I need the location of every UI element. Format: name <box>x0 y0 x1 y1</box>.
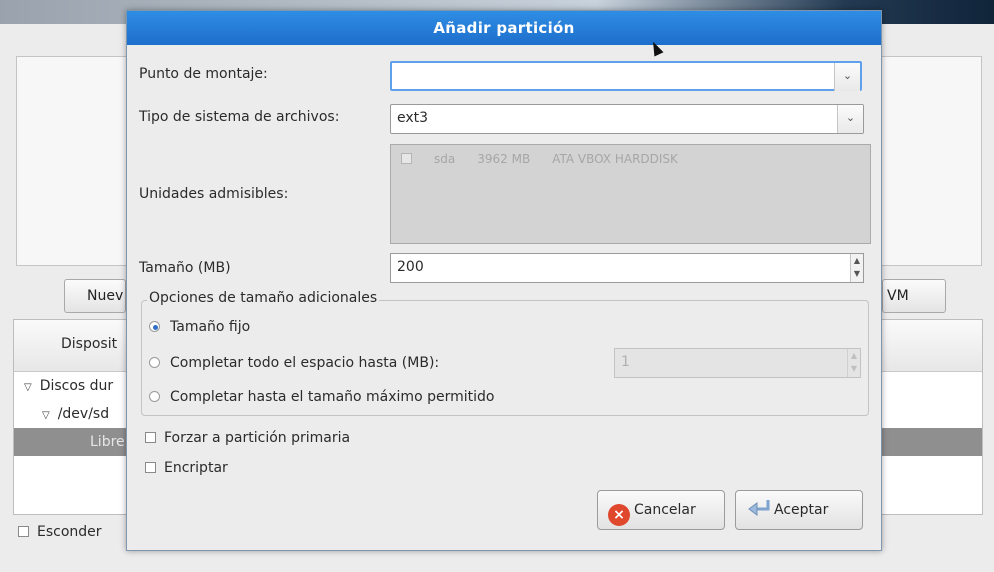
fs-type-select[interactable]: ext3 ⌄ <box>390 104 864 134</box>
size-label: Tamaño (MB) <box>139 260 231 276</box>
force-primary-checkbox[interactable]: Forzar a partición primaria <box>145 430 350 446</box>
spin-arrows-icon: ▲ ▼ <box>847 349 860 377</box>
fill-max-radio[interactable]: Completar hasta el tamaño máximo permiti… <box>149 389 494 405</box>
expander-icon[interactable]: ▽ <box>42 410 50 421</box>
lvm-button[interactable]: VM <box>882 279 946 313</box>
add-partition-dialog: Añadir partición Punto de montaje: ⌄ Tip… <box>126 10 882 551</box>
fs-type-label: Tipo de sistema de archivos: <box>139 109 340 125</box>
radio-selected-icon[interactable] <box>149 321 160 332</box>
cancel-button[interactable]: × Cancelar <box>597 490 725 530</box>
checkbox-icon[interactable] <box>145 462 156 473</box>
hide-raid-checkbox[interactable]: Esconder <box>18 524 102 540</box>
checkbox-icon[interactable] <box>401 153 412 164</box>
radio-icon[interactable] <box>149 391 160 402</box>
mount-point-label: Punto de montaje: <box>139 66 268 82</box>
fill-up-to-radio[interactable]: Completar todo el espacio hasta (MB): <box>149 355 439 371</box>
allowable-drives-label: Unidades admisibles: <box>139 186 289 202</box>
checkbox-icon[interactable] <box>145 432 156 443</box>
new-button[interactable]: Nuev <box>64 279 126 313</box>
fixed-size-radio[interactable]: Tamaño fijo <box>149 319 250 335</box>
mount-point-combo[interactable]: ⌄ <box>390 61 862 91</box>
encrypt-checkbox[interactable]: Encriptar <box>145 460 228 476</box>
drive-row[interactable]: sda 3962 MB ATA VBOX HARDDISK <box>401 152 700 166</box>
size-options-title: Opciones de tamaño adicionales <box>147 290 380 306</box>
radio-icon[interactable] <box>149 357 160 368</box>
spin-arrows-icon[interactable]: ▲ ▼ <box>850 254 863 282</box>
allowable-drives-list[interactable]: sda 3962 MB ATA VBOX HARDDISK <box>390 144 871 244</box>
cancel-icon: × <box>608 504 630 526</box>
enter-arrow-icon <box>748 500 770 516</box>
accept-button[interactable]: Aceptar <box>735 490 863 530</box>
fill-up-to-spinbutton[interactable]: 1 ▲ ▼ <box>614 348 861 378</box>
checkbox-icon[interactable] <box>18 526 29 537</box>
chevron-down-icon[interactable]: ⌄ <box>837 105 863 133</box>
expander-icon[interactable]: ▽ <box>24 382 32 393</box>
dialog-title[interactable]: Añadir partición <box>127 11 881 45</box>
chevron-down-icon[interactable]: ⌄ <box>834 63 860 91</box>
size-spinbutton[interactable]: 200 ▲ ▼ <box>390 253 864 283</box>
